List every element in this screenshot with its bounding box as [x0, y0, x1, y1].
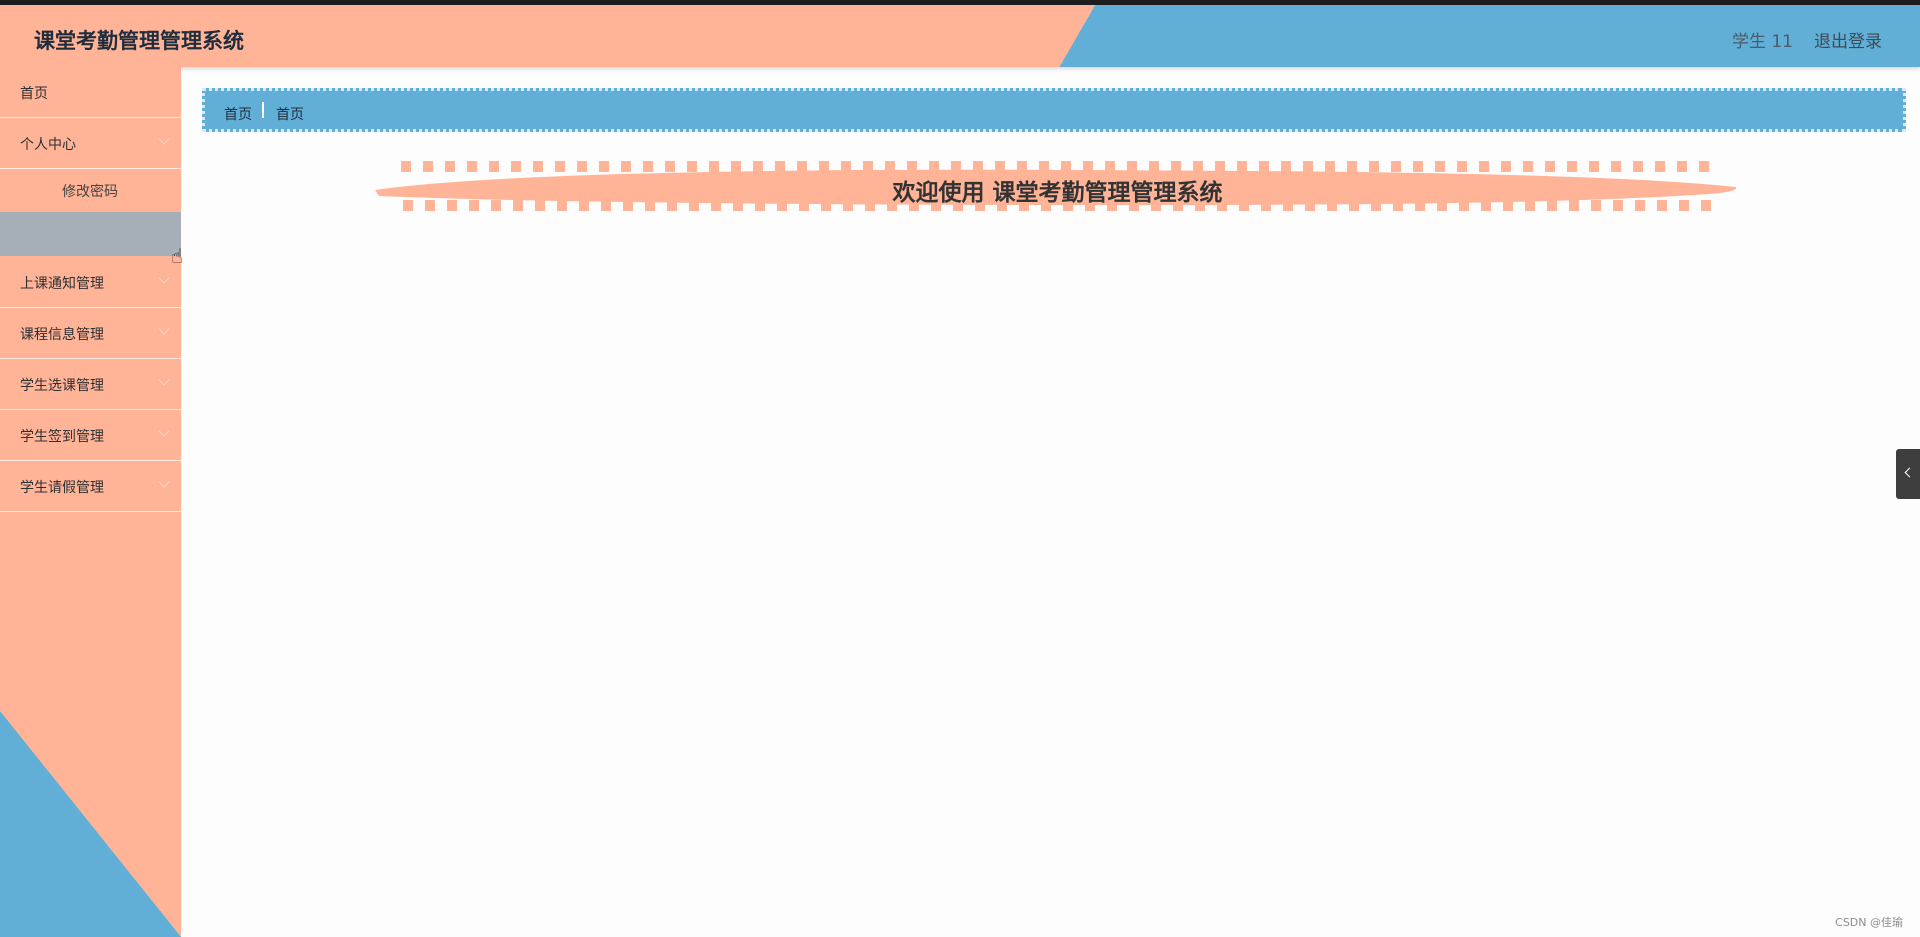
sidebar-item-course-selection[interactable]: 学生选课管理 [0, 359, 181, 410]
welcome-banner: 欢迎使用 课堂考勤管理管理系统 [375, 156, 1740, 216]
submenu-item-active[interactable] [0, 212, 181, 256]
chevron-down-icon [158, 425, 170, 437]
welcome-title: 欢迎使用 课堂考勤管理管理系统 [892, 180, 1223, 206]
chevron-down-icon [158, 272, 170, 284]
sidebar-item-personal-center[interactable]: 个人中心 [0, 118, 181, 169]
sidebar-item-label: 上课通知管理 [20, 276, 104, 292]
sidebar-corner-decoration [0, 711, 181, 937]
sidebar-item-label: 学生选课管理 [20, 378, 104, 394]
sidebar-item-label: 学生请假管理 [20, 480, 104, 496]
sidebar-item-leave[interactable]: 学生请假管理 [0, 461, 181, 512]
watermark: CSDN @佳瑜 [1835, 916, 1903, 929]
sidebar-item-class-notice[interactable]: 上课通知管理 [0, 257, 181, 308]
submenu-item-label: 修改密码 [62, 184, 118, 200]
side-panel-toggle[interactable] [1896, 449, 1920, 499]
sidebar-item-home[interactable]: 首页 [0, 67, 181, 118]
chevron-left-icon [1904, 467, 1915, 478]
current-user: 学生 11 [1731, 32, 1793, 52]
sidebar-item-label: 学生签到管理 [20, 429, 104, 445]
chevron-down-icon [158, 374, 170, 386]
logout-link[interactable]: 退出登录 [1814, 27, 1882, 52]
sidebar-item-label: 首页 [20, 86, 48, 102]
sidebar-item-label: 个人中心 [20, 137, 76, 153]
breadcrumb-separator [262, 102, 264, 118]
chevron-down-icon [158, 476, 170, 488]
sidebar: 首页 个人中心 修改密码 上课通知管理 课程信息管理 学生选课管理 学生签到管理… [0, 67, 181, 937]
submenu-item-change-password[interactable]: 修改密码 [0, 168, 181, 212]
app-title: 课堂考勤管理管理系统 [34, 29, 244, 53]
sidebar-item-course-info[interactable]: 课程信息管理 [0, 308, 181, 359]
breadcrumb: 首页 首页 [202, 88, 1906, 132]
sidebar-item-label: 课程信息管理 [20, 327, 104, 343]
breadcrumb-item-home[interactable]: 首页 [224, 104, 252, 124]
chevron-down-icon [158, 133, 170, 145]
header-bar: 课堂考勤管理管理系统 学生 11 退出登录 [0, 5, 1920, 67]
breadcrumb-item-current: 首页 [276, 107, 304, 123]
sidebar-item-sign-in[interactable]: 学生签到管理 [0, 410, 181, 461]
chevron-down-icon [158, 323, 170, 335]
hand-cursor-icon: ☝ [171, 244, 184, 268]
